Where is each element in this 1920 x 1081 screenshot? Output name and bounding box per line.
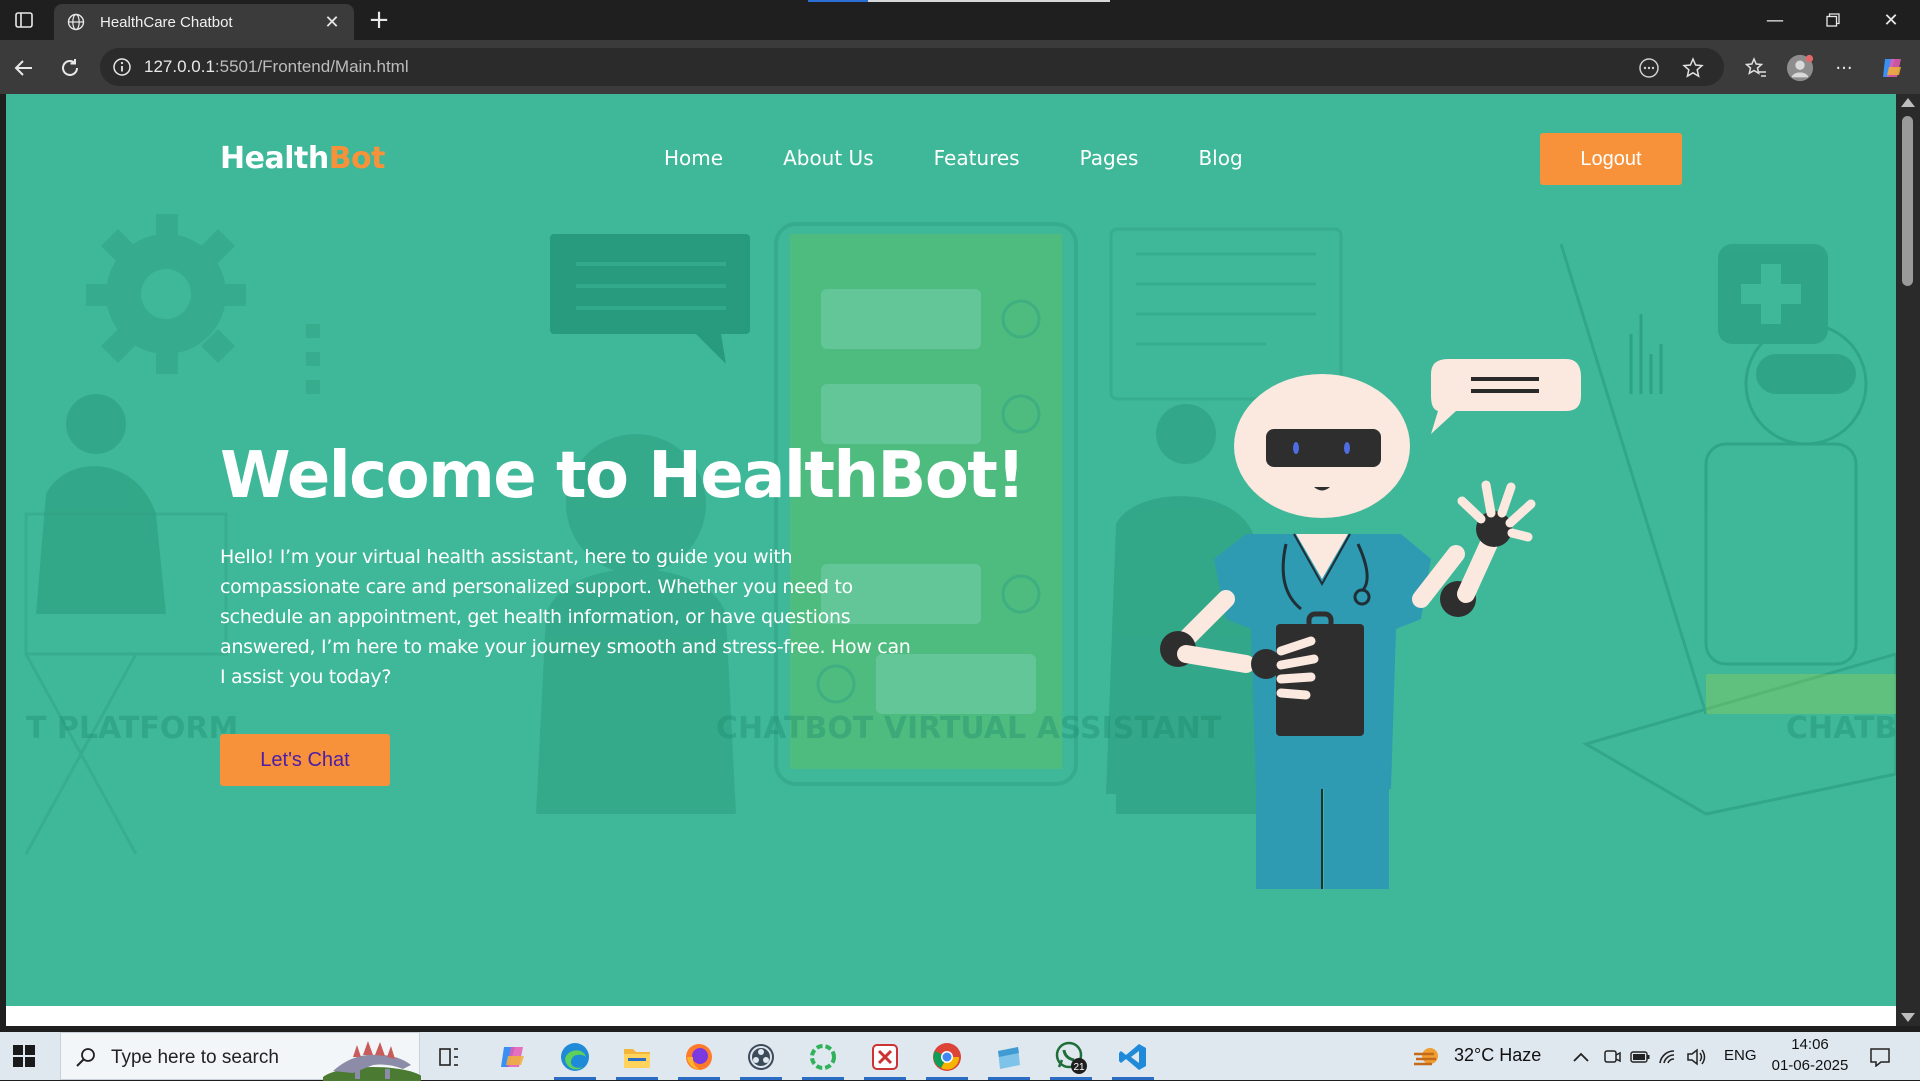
weather-icon[interactable]	[1410, 1038, 1444, 1076]
hero-section: T PLATFORM CHATBOT VIRTUAL ASSISTANT CHA…	[6, 94, 1896, 1006]
clock-date[interactable]: 01-06-2025	[1766, 1057, 1854, 1074]
restore-icon[interactable]	[1810, 6, 1856, 34]
copilot-icon[interactable]	[1878, 54, 1906, 82]
tab-actions-icon[interactable]	[10, 8, 38, 32]
page-scrollbar[interactable]	[1896, 94, 1920, 1026]
firefox-icon[interactable]	[676, 1038, 722, 1080]
profile-avatar-icon[interactable]	[1786, 54, 1814, 82]
taskbar-search[interactable]: Type here to search	[60, 1032, 421, 1081]
close-tab-icon[interactable]: ✕	[322, 12, 342, 33]
battery-icon[interactable]	[1626, 1038, 1654, 1076]
close-window-icon[interactable]: ✕	[1868, 6, 1914, 34]
bg-caption-right: CHATB	[1786, 711, 1896, 746]
scroll-down-icon[interactable]	[1901, 1013, 1915, 1022]
browser-tab[interactable]: HealthCare Chatbot ✕	[54, 4, 354, 40]
url-text: 127.0.0.1:5501/Frontend/Main.html	[144, 57, 409, 76]
page-viewport: T PLATFORM CHATBOT VIRTUAL ASSISTANT CHA…	[6, 94, 1896, 1026]
favorite-star-icon[interactable]	[1682, 57, 1704, 79]
site-logo[interactable]: HealthBot	[220, 141, 386, 176]
clock-time[interactable]: 14:06	[1772, 1036, 1848, 1053]
meet-now-icon[interactable]	[1598, 1038, 1626, 1076]
circular-app-icon[interactable]	[800, 1038, 846, 1080]
reload-icon[interactable]	[54, 52, 86, 84]
robot-doctor-illustration	[1160, 359, 1581, 889]
more-menu-icon[interactable]: ···	[1830, 54, 1858, 82]
site-info-icon[interactable]	[112, 57, 132, 77]
xmind-app-icon[interactable]	[862, 1038, 908, 1080]
loading-indicator	[808, 0, 1110, 2]
chrome-icon[interactable]	[924, 1038, 970, 1080]
nav-blog[interactable]: Blog	[1198, 146, 1242, 170]
favorites-icon[interactable]	[1742, 54, 1770, 82]
obs-studio-icon[interactable]	[738, 1038, 784, 1080]
hero-description: Hello! I’m your virtual health assistant…	[220, 546, 911, 688]
bg-caption-left: T PLATFORM	[26, 711, 238, 746]
back-icon[interactable]	[8, 52, 40, 84]
browser-toolbar: 127.0.0.1:5501/Frontend/Main.html ···	[0, 40, 1920, 94]
reading-mode-icon[interactable]	[1638, 57, 1660, 79]
windows-taskbar: Type here to search 21 32°C Haze ENG 14:…	[0, 1032, 1920, 1081]
notifications-icon[interactable]	[1862, 1038, 1898, 1076]
wifi-icon[interactable]	[1654, 1038, 1682, 1076]
task-view-icon[interactable]	[426, 1038, 472, 1076]
nav-home[interactable]: Home	[664, 146, 723, 170]
vscode-icon[interactable]	[1110, 1038, 1156, 1080]
address-bar[interactable]: 127.0.0.1:5501/Frontend/Main.html	[100, 48, 1724, 86]
lets-chat-button[interactable]: Let's Chat	[220, 734, 390, 786]
windows-start-icon[interactable]	[12, 1044, 36, 1068]
edge-browser-icon[interactable]	[552, 1038, 598, 1080]
nav-pages[interactable]: Pages	[1080, 146, 1139, 170]
chevron-up-icon[interactable]	[1568, 1038, 1594, 1076]
hero-title: Welcome to HealthBot!	[220, 439, 1026, 513]
notes-app-icon[interactable]	[986, 1038, 1032, 1080]
scroll-up-icon[interactable]	[1901, 98, 1915, 107]
dinosaur-search-highlight-icon	[323, 1041, 421, 1081]
globe-icon	[66, 12, 86, 32]
new-tab-icon[interactable]: +	[364, 5, 394, 35]
search-icon	[75, 1046, 97, 1068]
volume-icon[interactable]	[1682, 1038, 1710, 1076]
search-placeholder: Type here to search	[111, 1047, 279, 1068]
file-explorer-icon[interactable]	[614, 1038, 660, 1080]
nav-about-us[interactable]: About Us	[783, 146, 874, 170]
nav-features[interactable]: Features	[934, 146, 1020, 170]
whatsapp-badge: 21	[1073, 1062, 1085, 1073]
copilot-app-icon[interactable]	[490, 1038, 536, 1076]
logout-button[interactable]: Logout	[1540, 133, 1682, 185]
weather-text[interactable]: 32°C Haze	[1454, 1045, 1541, 1066]
tab-title: HealthCare Chatbot	[100, 13, 233, 31]
site-nav: Home About Us Features Pages Blog	[664, 146, 1303, 170]
minimize-icon[interactable]: —	[1752, 6, 1798, 34]
language-indicator[interactable]: ENG	[1724, 1047, 1757, 1064]
browser-titlebar: HealthCare Chatbot ✕ + — ✕	[0, 0, 1920, 40]
scroll-thumb[interactable]	[1902, 116, 1913, 286]
whatsapp-icon[interactable]: 21	[1048, 1038, 1094, 1080]
